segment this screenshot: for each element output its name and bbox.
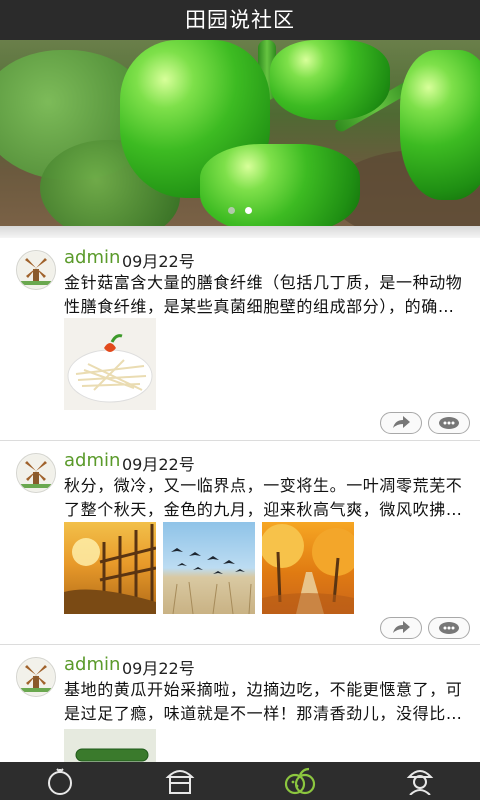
post-images xyxy=(64,318,156,410)
post-image[interactable] xyxy=(163,522,255,614)
post-item[interactable]: admin 09月22号 金针菇富含大量的膳食纤维（包括几丁质，是一种动物性膳食… xyxy=(0,238,480,441)
avatar[interactable] xyxy=(16,453,56,493)
tab-community[interactable] xyxy=(240,762,360,800)
post-feed[interactable]: admin 09月22号 金针菇富含大量的膳食纤维（包括几丁质，是一种动物性膳食… xyxy=(0,238,480,762)
post-actions xyxy=(380,617,470,639)
post-date: 09月22号 xyxy=(122,659,195,678)
tomato-icon xyxy=(48,768,72,795)
post-item[interactable]: admin 09月22号 秋分，微冷，又一临界点，一变将生。一叶凋零荒芜不了整个… xyxy=(0,441,480,645)
share-arrow-icon xyxy=(393,621,410,633)
pepper-shape xyxy=(400,50,480,200)
share-button[interactable] xyxy=(380,617,422,639)
user-icon xyxy=(406,770,434,795)
avatar[interactable] xyxy=(16,250,56,290)
bottom-tab-bar xyxy=(0,762,480,800)
post-actions xyxy=(380,412,470,434)
pepper-shape xyxy=(270,40,390,120)
banner-carousel[interactable] xyxy=(0,40,480,226)
post-image[interactable] xyxy=(262,522,354,614)
windmill-logo-icon xyxy=(18,659,54,695)
post-username[interactable]: admin xyxy=(64,450,120,471)
banner-shadow xyxy=(0,226,480,238)
share-arrow-icon xyxy=(393,416,410,428)
avatar[interactable] xyxy=(16,657,56,697)
post-images xyxy=(64,729,156,762)
post-item[interactable]: admin 09月22号 基地的黄瓜开始采摘啦，边摘边吃，不能更惬意了，可是过足… xyxy=(0,645,480,762)
shop-icon xyxy=(165,770,195,794)
post-image[interactable] xyxy=(64,729,156,762)
fruit-icon xyxy=(284,767,316,795)
post-text[interactable]: 金针菇富含大量的膳食纤维（包括几丁质，是一种动物性膳食纤维，是某些真菌细胞壁的组… xyxy=(64,271,470,319)
tab-profile[interactable] xyxy=(360,762,480,800)
post-username[interactable]: admin xyxy=(64,654,120,675)
post-date: 09月22号 xyxy=(122,455,195,474)
post-text[interactable]: 秋分，微冷，又一临界点，一变将生。一叶凋零荒芜不了整个秋天，金色的九月，迎来秋高… xyxy=(64,474,470,522)
post-username[interactable]: admin xyxy=(64,247,120,268)
share-button[interactable] xyxy=(380,412,422,434)
comment-button[interactable] xyxy=(428,617,470,639)
carousel-indicator xyxy=(0,199,480,218)
comment-button[interactable] xyxy=(428,412,470,434)
carousel-dot-active[interactable] xyxy=(245,207,252,214)
title-bar: 田园说社区 xyxy=(0,0,480,40)
post-images xyxy=(64,522,354,614)
comment-bubble-icon xyxy=(439,417,459,429)
post-image[interactable] xyxy=(64,522,156,614)
windmill-logo-icon xyxy=(18,455,54,491)
windmill-logo-icon xyxy=(18,252,54,288)
post-image[interactable] xyxy=(64,318,156,410)
page-title: 田园说社区 xyxy=(185,8,295,32)
carousel-dot[interactable] xyxy=(228,207,235,214)
tab-shop[interactable] xyxy=(120,762,240,800)
tab-home[interactable] xyxy=(0,762,120,800)
comment-bubble-icon xyxy=(439,622,459,634)
post-date: 09月22号 xyxy=(122,252,195,271)
post-text[interactable]: 基地的黄瓜开始采摘啦，边摘边吃，不能更惬意了，可是过足了瘾，味道就是不一样！那清… xyxy=(64,678,470,726)
